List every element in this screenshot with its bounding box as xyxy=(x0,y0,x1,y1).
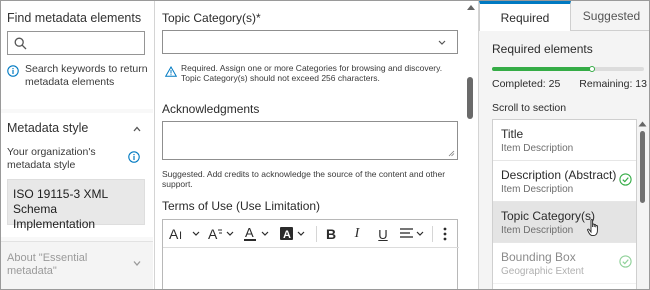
right-panel: Required Suggested Required elements Com… xyxy=(478,1,649,289)
svg-text:A: A xyxy=(283,229,291,241)
remaining-count: Remaining: 13 xyxy=(579,78,647,90)
left-panel: Find metadata elements Search keywords t… xyxy=(1,1,153,289)
section-item-subtitle: Item Description xyxy=(501,143,574,154)
search-hint: Search keywords to return metadata eleme… xyxy=(7,63,149,89)
search-input[interactable] xyxy=(7,31,145,55)
section-item-label: Bounding Box xyxy=(501,250,576,264)
toolbar-divider xyxy=(316,226,317,242)
progress-knob xyxy=(589,66,596,72)
terms-of-use-label: Terms of Use (Use Limitation) xyxy=(162,199,321,213)
svg-text:A: A xyxy=(208,226,218,242)
editor-toolbar: A I A A A B I U xyxy=(163,220,459,248)
resize-grip-icon[interactable] xyxy=(448,150,455,157)
toolbar-divider xyxy=(432,226,433,242)
chevron-up-icon[interactable] xyxy=(132,124,142,134)
warning-icon xyxy=(165,66,177,77)
search-icon xyxy=(14,37,27,50)
svg-text:I: I xyxy=(179,230,182,242)
info-icon xyxy=(7,65,19,77)
topic-category-label: Topic Category(s)* xyxy=(162,11,261,25)
acknowledgments-textarea[interactable] xyxy=(162,121,458,160)
section-item-description[interactable]: Description (Abstract) Item Description xyxy=(493,161,636,202)
section-item-subtitle: Item Description xyxy=(501,225,574,236)
progress-fill xyxy=(492,67,593,71)
check-circle-icon xyxy=(619,255,632,268)
section-item-label: Topic Category(s) xyxy=(501,209,596,223)
scrollbar-thumb[interactable] xyxy=(640,131,645,203)
align-icon[interactable] xyxy=(399,220,429,248)
form-panel: Topic Category(s)* Required. Assign one … xyxy=(154,1,478,289)
metadata-style-description: Your organization's metadata style xyxy=(7,146,96,171)
find-elements-section: Find metadata elements Search keywords t… xyxy=(1,1,153,109)
font-size-icon[interactable]: A I xyxy=(167,220,205,248)
scroll-to-section-label: Scroll to section xyxy=(492,102,567,114)
section-list-scrollbar[interactable] xyxy=(638,119,648,289)
hand-cursor-icon xyxy=(587,219,598,237)
metadata-style-value: ISO 19115-3 XML Schema Implementation xyxy=(7,179,145,231)
metadata-style-title: Metadata style xyxy=(7,121,89,135)
italic-icon[interactable]: I xyxy=(347,220,367,248)
section-item-label: Title xyxy=(501,127,524,141)
info-icon[interactable] xyxy=(128,151,140,163)
tab-bar: Required Suggested xyxy=(479,1,649,31)
svg-text:A: A xyxy=(245,226,254,240)
section-item-bounding-box[interactable]: Bounding Box Geographic Extent xyxy=(493,243,636,284)
topic-warning-text: Required. Assign one or more Categories … xyxy=(181,63,443,83)
font-color-icon[interactable]: A xyxy=(243,220,275,248)
section-item-subtitle: Geographic Extent xyxy=(501,266,584,277)
check-circle-icon xyxy=(619,173,632,186)
form-scrollbar[interactable] xyxy=(464,1,478,289)
scrollbar-thumb[interactable] xyxy=(467,77,473,119)
topic-category-select[interactable] xyxy=(162,30,458,54)
text-style-icon[interactable]: A xyxy=(207,220,239,248)
bold-icon[interactable]: B xyxy=(321,220,341,248)
about-essential-metadata[interactable]: About "Essential metadata" xyxy=(1,241,153,289)
acknowledgments-help: Suggested. Add credits to acknowledge th… xyxy=(162,169,446,189)
find-elements-title: Find metadata elements xyxy=(7,11,142,25)
metadata-style-header[interactable]: Metadata style xyxy=(1,115,153,141)
section-list: Title Item Description Description (Abst… xyxy=(492,119,637,289)
completion-progress xyxy=(492,66,644,72)
search-hint-text: Search keywords to return metadata eleme… xyxy=(25,63,148,88)
section-item-label: Description (Abstract) xyxy=(501,168,617,182)
section-item-subtitle: Item Description xyxy=(501,184,574,195)
chevron-down-icon xyxy=(133,261,141,266)
svg-text:A: A xyxy=(169,226,179,242)
terms-of-use-editor[interactable]: A I A A A B I U xyxy=(162,219,459,289)
topic-category-warning: Required. Assign one or more Categories … xyxy=(162,63,458,83)
section-item-topic-category[interactable]: Topic Category(s) Item Description xyxy=(493,202,636,243)
completion-stats: Completed: 25 Remaining: 13 xyxy=(492,78,647,90)
completed-count: Completed: 25 xyxy=(492,78,561,90)
more-vertical-icon[interactable] xyxy=(436,220,454,248)
acknowledgments-label: Acknowledgments xyxy=(162,102,260,116)
section-item-title[interactable]: Title Item Description xyxy=(493,120,636,161)
tab-required[interactable]: Required xyxy=(479,1,571,31)
highlight-icon[interactable]: A xyxy=(279,220,311,248)
tab-suggested[interactable]: Suggested xyxy=(571,1,649,31)
underline-icon[interactable]: U xyxy=(373,220,393,248)
scroll-up-icon[interactable] xyxy=(466,4,476,11)
required-elements-title: Required elements xyxy=(492,42,593,56)
chevron-down-icon xyxy=(438,40,446,45)
app-window: Find metadata elements Search keywords t… xyxy=(0,0,650,290)
scroll-up-icon[interactable] xyxy=(638,121,647,127)
about-label: About "Essential metadata" xyxy=(7,252,88,277)
